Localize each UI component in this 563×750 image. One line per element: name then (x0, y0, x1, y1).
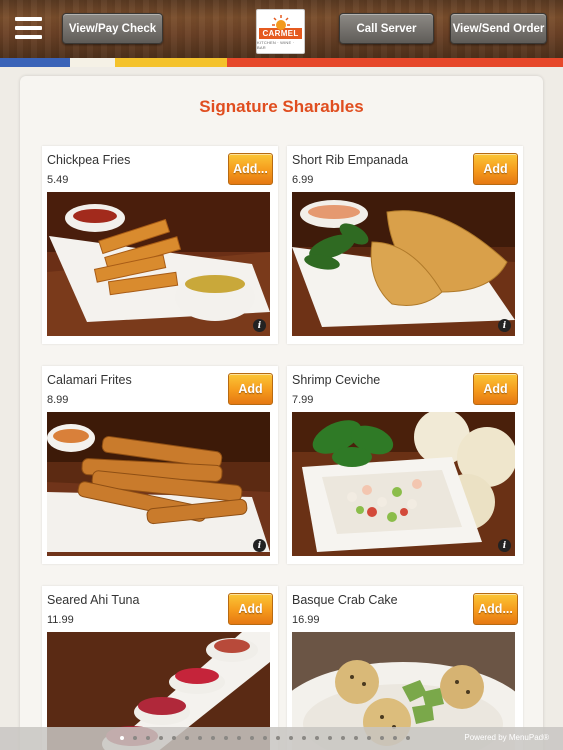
page-dot[interactable] (328, 736, 332, 740)
item-name: Short Rib Empanada (292, 153, 409, 167)
call-server-button[interactable]: Call Server (339, 13, 434, 44)
item-price: 16.99 (292, 614, 320, 626)
item-name: Seared Ahi Tuna (47, 593, 140, 607)
item-price: 6.99 (292, 174, 314, 186)
page-dot[interactable] (380, 736, 384, 740)
page-dot[interactable] (276, 736, 280, 740)
page-dot[interactable] (406, 736, 410, 740)
add-button[interactable]: Add... (228, 153, 273, 185)
add-button[interactable]: Add (473, 153, 518, 185)
page-dot[interactable] (289, 736, 293, 740)
item-name: Chickpea Fries (47, 153, 131, 167)
item-photo[interactable]: i (292, 192, 515, 336)
menu-item-card[interactable]: Basque Crab Cake 16.99 Add... i (287, 586, 523, 750)
add-button[interactable]: Add (228, 593, 273, 625)
info-icon[interactable]: i (498, 319, 511, 332)
add-button[interactable]: Add (228, 373, 273, 405)
item-name: Shrimp Ceviche (292, 373, 381, 387)
item-photo[interactable]: i (292, 412, 515, 556)
menu-item-card[interactable]: Calamari Frites 8.99 Add i (42, 366, 278, 564)
page-dot[interactable] (211, 736, 215, 740)
info-icon[interactable]: i (253, 319, 266, 332)
page-dot[interactable] (315, 736, 319, 740)
view-pay-check-button[interactable]: View/Pay Check (62, 13, 163, 44)
top-bar: View/Pay Check CARMEL KITCHEN · WINE · B… (0, 0, 563, 58)
info-icon[interactable]: i (498, 539, 511, 552)
page-dot[interactable] (172, 736, 176, 740)
add-button[interactable]: Add (473, 373, 518, 405)
logo-tagline: KITCHEN · WINE · BAR (257, 40, 295, 50)
restaurant-logo: CARMEL KITCHEN · WINE · BAR (256, 9, 305, 54)
sun-logo-icon (272, 15, 290, 30)
brand-color-strip (0, 58, 563, 67)
page-dot[interactable] (120, 736, 124, 740)
page-indicator-bar: Powered by MenuPad® (0, 727, 563, 750)
item-name: Basque Crab Cake (292, 593, 398, 607)
item-price: 11.99 (47, 614, 74, 626)
menu-icon[interactable] (15, 17, 42, 39)
page-dot[interactable] (263, 736, 267, 740)
view-send-order-button[interactable]: View/Send Order (450, 13, 547, 44)
page-dot[interactable] (393, 736, 397, 740)
item-price: 7.99 (292, 394, 314, 406)
page-dot[interactable] (198, 736, 202, 740)
page-dot[interactable] (367, 736, 371, 740)
item-price: 8.99 (47, 394, 69, 406)
menu-item-card[interactable]: Short Rib Empanada 6.99 Add i (287, 146, 523, 344)
page-dot[interactable] (302, 736, 306, 740)
item-photo[interactable]: i (47, 192, 270, 336)
page-dot[interactable] (354, 736, 358, 740)
section-title: Signature Sharables (199, 97, 364, 116)
menu-item-card[interactable]: Seared Ahi Tuna 11.99 Add i (42, 586, 278, 750)
menu-item-card[interactable]: Chickpea Fries 5.49 Add... i (42, 146, 278, 344)
add-button[interactable]: Add... (473, 593, 518, 625)
page-dot[interactable] (185, 736, 189, 740)
page-dot[interactable] (159, 736, 163, 740)
powered-by-label: Powered by MenuPad® (464, 733, 549, 742)
page-dot[interactable] (341, 736, 345, 740)
info-icon[interactable]: i (253, 539, 266, 552)
page-dot[interactable] (146, 736, 150, 740)
item-price: 5.49 (47, 174, 69, 186)
item-name: Calamari Frites (47, 373, 132, 387)
item-photo[interactable]: i (47, 412, 270, 556)
page-dot[interactable] (237, 736, 241, 740)
page-dot[interactable] (133, 736, 137, 740)
page-dots[interactable] (120, 736, 410, 740)
page-dot[interactable] (250, 736, 254, 740)
menu-item-card[interactable]: Shrimp Ceviche 7.99 Add i (287, 366, 523, 564)
page-dot[interactable] (224, 736, 228, 740)
